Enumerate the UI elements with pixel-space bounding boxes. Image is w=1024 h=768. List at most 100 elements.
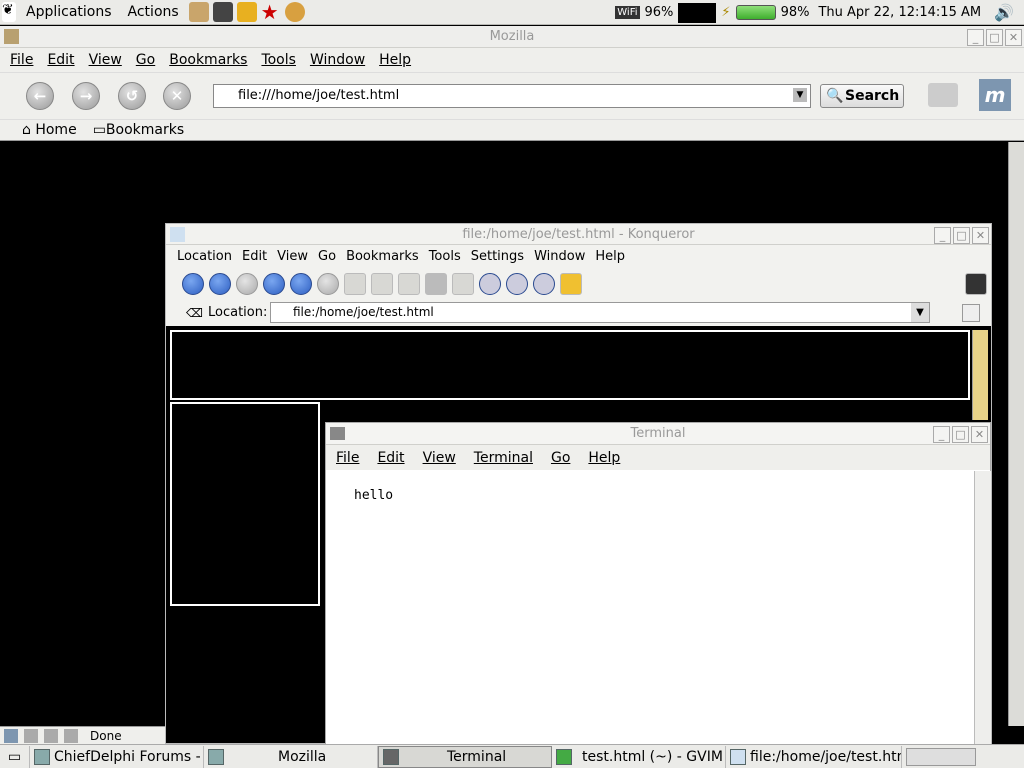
minimize-button[interactable]: _ bbox=[933, 426, 950, 443]
gaim-launcher-icon[interactable] bbox=[236, 2, 257, 22]
mozilla-titlebar[interactable]: Mozilla _ □ ✕ bbox=[0, 26, 1024, 48]
bookmark-home[interactable]: ⌂ Home bbox=[22, 122, 77, 138]
menu-terminal[interactable]: Terminal bbox=[474, 450, 533, 466]
konqueror-window-icon[interactable] bbox=[170, 227, 185, 242]
minimize-button[interactable]: _ bbox=[934, 227, 951, 244]
konqueror-frame-top[interactable] bbox=[170, 330, 970, 400]
lock-icon[interactable] bbox=[560, 273, 582, 295]
menu-file[interactable]: File bbox=[336, 450, 359, 466]
battery-icon[interactable] bbox=[735, 5, 776, 20]
minimize-button[interactable]: _ bbox=[967, 29, 984, 46]
print-icon[interactable] bbox=[928, 83, 958, 107]
maximize-button[interactable]: □ bbox=[953, 227, 970, 244]
terminal-output[interactable]: hello bbox=[326, 471, 976, 745]
cut-icon[interactable] bbox=[344, 273, 366, 295]
workspace-switcher-icon[interactable] bbox=[906, 747, 976, 766]
menu-view[interactable]: View bbox=[89, 52, 122, 68]
mail-icon[interactable] bbox=[24, 728, 38, 743]
clock[interactable]: Thu Apr 22, 12:14:15 AM bbox=[818, 5, 981, 20]
task-gvim[interactable]: test.html (~) - GVIM bbox=[552, 745, 726, 768]
url-input[interactable]: file:///home/joe/test.html ▼ bbox=[213, 84, 811, 108]
menu-edit[interactable]: Edit bbox=[377, 450, 404, 466]
composer-icon[interactable] bbox=[44, 728, 58, 743]
menu-view[interactable]: View bbox=[423, 450, 456, 466]
reload-button[interactable]: ↺ bbox=[118, 82, 146, 110]
actions-menu[interactable]: Actions bbox=[120, 4, 187, 20]
stop-button[interactable]: ✕ bbox=[163, 82, 191, 110]
menu-help[interactable]: Help bbox=[595, 249, 625, 264]
home-folder-launcher-icon[interactable] bbox=[188, 2, 209, 22]
close-button[interactable]: ✕ bbox=[971, 426, 988, 443]
applications-menu[interactable]: Applications bbox=[18, 4, 120, 20]
konqueror-frame-left[interactable] bbox=[170, 402, 320, 606]
star-launcher-icon[interactable]: ★ bbox=[261, 2, 281, 22]
mozilla-window-icon[interactable] bbox=[4, 29, 19, 44]
menu-window[interactable]: Window bbox=[310, 52, 365, 68]
go-icon[interactable] bbox=[962, 304, 980, 322]
search-button[interactable]: 🔍 Search bbox=[820, 84, 904, 108]
terminal-scrollbar[interactable] bbox=[974, 471, 991, 745]
bookmark-folder[interactable]: ▭Bookmarks bbox=[93, 122, 184, 138]
mozilla-launcher-icon[interactable] bbox=[284, 2, 305, 22]
menu-edit[interactable]: Edit bbox=[47, 52, 74, 68]
mozilla-logo-icon[interactable]: m bbox=[979, 79, 1011, 111]
show-desktop-icon[interactable]: ▭ bbox=[0, 745, 30, 768]
menu-view[interactable]: View bbox=[277, 249, 308, 264]
clear-location-icon[interactable]: ⌫ bbox=[186, 306, 203, 320]
addressbook-icon[interactable] bbox=[64, 728, 78, 743]
menu-help[interactable]: Help bbox=[588, 450, 620, 466]
url-dropdown-icon[interactable]: ▼ bbox=[793, 88, 807, 102]
konqueror-gear-icon[interactable] bbox=[965, 273, 987, 295]
menu-edit[interactable]: Edit bbox=[242, 249, 267, 264]
zoom-out-icon[interactable] bbox=[533, 273, 555, 295]
terminal-window-icon[interactable] bbox=[330, 427, 345, 440]
menu-bookmarks[interactable]: Bookmarks bbox=[346, 249, 419, 264]
navigator-icon[interactable] bbox=[4, 728, 18, 743]
close-button[interactable]: ✕ bbox=[972, 227, 989, 244]
menu-go[interactable]: Go bbox=[318, 249, 336, 264]
gnome-foot-icon[interactable]: ❦ bbox=[2, 2, 16, 22]
task-chiefdelphi[interactable]: ChiefDelphi Forums - An bbox=[30, 745, 204, 768]
paste-icon[interactable] bbox=[398, 273, 420, 295]
menu-location[interactable]: Location bbox=[177, 249, 232, 264]
menu-tools[interactable]: Tools bbox=[429, 249, 461, 264]
zoom-in-icon[interactable] bbox=[506, 273, 528, 295]
back-icon[interactable] bbox=[209, 273, 231, 295]
print-frame-icon[interactable] bbox=[452, 273, 474, 295]
back-button[interactable]: ← bbox=[26, 82, 54, 110]
mozilla-scrollbar[interactable] bbox=[1008, 142, 1024, 726]
terminal-titlebar[interactable]: Terminal _ □ ✕ bbox=[326, 423, 990, 445]
menu-go[interactable]: Go bbox=[136, 52, 155, 68]
menu-settings[interactable]: Settings bbox=[471, 249, 524, 264]
maximize-button[interactable]: □ bbox=[986, 29, 1003, 46]
close-button[interactable]: ✕ bbox=[1005, 29, 1022, 46]
home-icon[interactable] bbox=[263, 273, 285, 295]
task-konqueror[interactable]: file:/home/joe/test.html - bbox=[726, 745, 902, 768]
konqueror-titlebar[interactable]: file:/home/joe/test.html - Konqueror _ □… bbox=[166, 224, 991, 245]
terminal-launcher-icon[interactable] bbox=[212, 2, 233, 22]
menu-file[interactable]: File bbox=[10, 52, 33, 68]
zoom-icon[interactable] bbox=[479, 273, 501, 295]
volume-icon[interactable]: 🔊 bbox=[994, 3, 1014, 22]
copy-icon[interactable] bbox=[371, 273, 393, 295]
forward-icon[interactable] bbox=[236, 273, 258, 295]
stop-icon[interactable] bbox=[317, 273, 339, 295]
task-mozilla[interactable]: Mozilla bbox=[204, 745, 378, 768]
task-terminal[interactable]: Terminal bbox=[378, 745, 552, 768]
menu-bookmarks[interactable]: Bookmarks bbox=[169, 52, 247, 68]
print-icon[interactable] bbox=[425, 273, 447, 295]
maximize-button[interactable]: □ bbox=[952, 426, 969, 443]
reload-icon[interactable] bbox=[290, 273, 312, 295]
up-icon[interactable] bbox=[182, 273, 204, 295]
location-label: Location: bbox=[208, 305, 268, 320]
menu-tools[interactable]: Tools bbox=[261, 52, 296, 68]
cpu-monitor[interactable] bbox=[678, 2, 717, 23]
konqueror-scrollbar[interactable] bbox=[972, 330, 988, 420]
wifi-icon[interactable]: WiFi bbox=[615, 6, 640, 19]
menu-go[interactable]: Go bbox=[551, 450, 570, 466]
menu-window[interactable]: Window bbox=[534, 249, 585, 264]
forward-button[interactable]: → bbox=[72, 82, 100, 110]
url-dropdown-icon[interactable]: ▼ bbox=[911, 303, 929, 322]
konqueror-url-input[interactable]: file:/home/joe/test.html ▼ bbox=[270, 302, 930, 323]
menu-help[interactable]: Help bbox=[379, 52, 411, 68]
